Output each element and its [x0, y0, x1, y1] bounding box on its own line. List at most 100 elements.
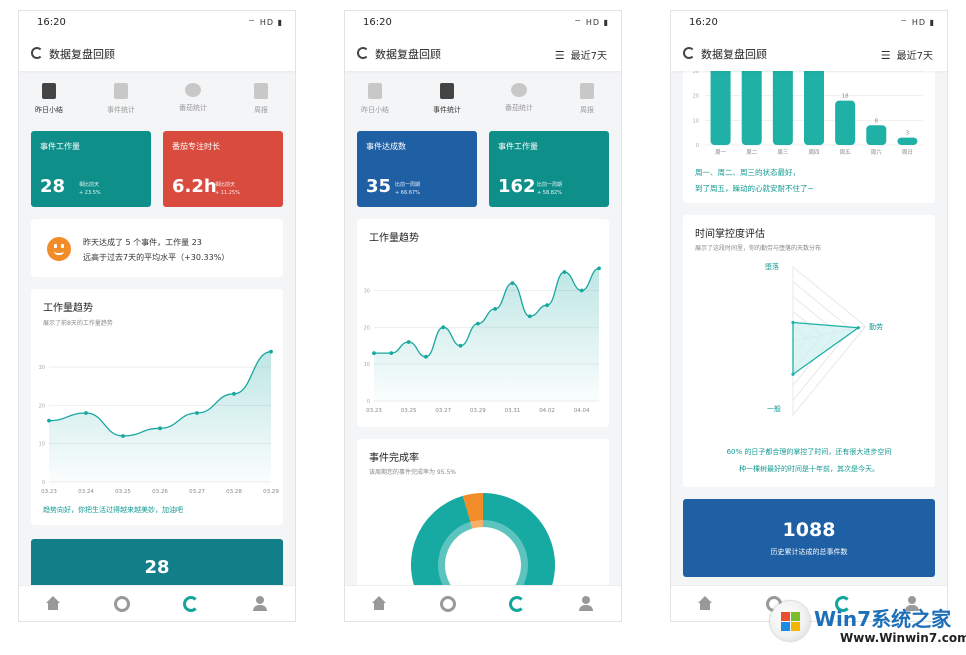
bottom-nav	[19, 585, 295, 621]
data-point	[47, 418, 51, 423]
y-tick-label: 0	[367, 399, 370, 405]
y-tick-label: 20	[693, 94, 699, 100]
stat-card-workload[interactable]: 事件工作量 162 比前一周期 + 58.82%	[489, 131, 609, 207]
y-tick-label: 30	[364, 288, 370, 294]
weekday-card: 0 10 20 30 周一 周二 周三 周四 18 周五 8 周六 3 周日 周一、周二、周三的状态最好，…	[683, 71, 935, 203]
site-watermark: Win7系统之家 Www.Winwin7.com	[770, 601, 966, 651]
completion-subtitle: 该周期您的事件完成率为 95.5%	[369, 469, 456, 476]
completion-donut-chart	[411, 493, 555, 585]
app-logo-icon	[683, 47, 695, 59]
x-tick-label: 03.27	[189, 489, 205, 495]
y-tick-label: 10	[364, 362, 370, 368]
tab-yesterday-summary[interactable]: 昨日小结	[345, 83, 405, 115]
x-tick-label: 周二	[746, 149, 758, 156]
home-icon[interactable]	[45, 596, 61, 612]
home-icon[interactable]	[697, 596, 713, 612]
review-ring-icon[interactable]	[509, 596, 525, 612]
filter-icon: ☰	[554, 49, 565, 62]
stat-card-workload[interactable]: 事件工作量 28 相比前天 + 23.5%	[31, 131, 151, 207]
status-time: 16:20	[363, 17, 392, 28]
profile-icon[interactable]	[252, 596, 268, 612]
tab-weekly[interactable]: 周报	[557, 83, 617, 115]
series-area	[49, 351, 271, 482]
x-tick-label: 03.23	[41, 489, 57, 495]
phone-event-stats: 16:20 ⌔ HD ▮ 数据复盘回顾 ☰ 最近7天 昨日小结 事件统计 番茄统计…	[344, 10, 622, 622]
tab-event-stats[interactable]: 事件统计	[91, 83, 151, 115]
period-filter[interactable]: ☰ 最近7天	[555, 47, 607, 62]
profile-icon[interactable]	[578, 596, 594, 612]
trend-chart: 0 10 20 30 03.23 03.25 03.27 03.29 03.31 04.02 04.…	[364, 266, 601, 414]
bar-value-label: 3	[906, 131, 910, 137]
series-area	[374, 268, 599, 401]
status-bar: 16:20 ⌔ HD ▮	[345, 11, 621, 37]
timer-icon[interactable]	[440, 596, 456, 612]
timer-icon[interactable]	[114, 596, 130, 612]
radar-point	[791, 320, 795, 325]
data-point	[406, 340, 411, 344]
bottom-total-card: 28	[31, 539, 283, 585]
data-point	[269, 349, 273, 354]
completion-card: 事件完成率 该周期您的事件完成率为 95.5%	[357, 439, 609, 585]
trend-title: 工作量趋势	[43, 303, 93, 314]
x-tick-label: 周三	[777, 149, 789, 156]
data-point	[232, 391, 236, 396]
stat-card-events-done[interactable]: 事件达成数 35 比前一周期 + 66.67%	[357, 131, 477, 207]
x-tick-label: 03.25	[401, 408, 417, 414]
app-bar: 数据复盘回顾 ☰ 最近7天	[671, 37, 947, 71]
bottom-total-value: 28	[144, 557, 170, 578]
tab-yesterday-summary[interactable]: 昨日小结	[19, 83, 79, 115]
trend-note: 趋势向好，你把生活过得越来越美妙，加油吧	[43, 506, 183, 514]
card-compare-value: + 66.67%	[395, 190, 420, 196]
watermark-url: Www.Winwin7.com	[840, 631, 966, 645]
data-point	[372, 351, 376, 356]
status-icons: ⌔ HD ▮	[247, 18, 283, 27]
radar-axis-label: 一般	[767, 404, 781, 413]
app-bar: 数据复盘回顾	[19, 37, 295, 71]
tab-event-stats[interactable]: 事件统计	[417, 83, 477, 115]
data-point	[458, 343, 463, 348]
filter-icon: ☰	[880, 49, 891, 62]
trend-card: 工作量趋势 0 10 20 30 03.23 03.25 03.27 03.29 03.31 04…	[357, 219, 609, 427]
card-value: 35	[366, 176, 392, 197]
tab-tomato-stats[interactable]: 番茄统计	[163, 83, 223, 113]
y-tick-label: 20	[364, 325, 370, 331]
week-note-line-1: 周一、周二、周三的状态最好，	[695, 168, 800, 177]
x-tick-label: 03.23	[366, 408, 382, 414]
phone-yesterday-summary: 16:20 ⌔ HD ▮ 数据复盘回顾 昨日小结 事件统计 番茄统计 周报 事件…	[18, 10, 296, 622]
tab-tomato-stats[interactable]: 番茄统计	[489, 83, 549, 113]
x-tick-label: 03.24	[78, 489, 94, 495]
app-title: 数据复盘回顾	[49, 48, 115, 61]
status-bar: 16:20 ⌔ HD ▮	[19, 11, 295, 37]
radar-chart: 堕落勤劳一般	[765, 262, 883, 417]
card-value: 6.2h	[172, 176, 217, 197]
data-point	[441, 325, 446, 330]
stat-card-tomato-focus[interactable]: 番茄专注时长 6.2h 相比前天 + 11.25%	[163, 131, 283, 207]
status-icons: ⌔ HD ▮	[899, 18, 935, 27]
radar-note-line-2: 种一棵树最好的时间是十年前，其次是今天。	[739, 465, 879, 473]
card-title: 事件工作量	[40, 142, 80, 151]
home-icon[interactable]	[371, 596, 387, 612]
x-tick-label: 04.02	[539, 408, 555, 414]
card-title: 番茄专注时长	[172, 142, 220, 151]
x-tick-label: 03.29	[263, 489, 279, 495]
period-filter[interactable]: ☰ 最近7天	[881, 47, 933, 62]
card-title: 事件工作量	[498, 142, 538, 151]
y-tick-label: 10	[39, 442, 45, 448]
review-ring-icon[interactable]	[183, 596, 199, 612]
bar	[835, 100, 856, 145]
tab-weekly[interactable]: 周报	[231, 83, 291, 115]
data-point	[545, 303, 549, 308]
document-icon	[42, 83, 56, 99]
trend-subtitle: 展示了前8天的工作量趋势	[43, 320, 113, 327]
x-tick-label: 周一	[715, 149, 727, 156]
card-compare-label: 相比前天	[215, 182, 236, 188]
smile-face-icon	[47, 237, 71, 261]
weekly-report-icon	[254, 83, 268, 99]
data-point	[527, 314, 532, 319]
summary-line-1: 昨天达成了 5 个事件，工作量 23	[83, 238, 202, 247]
radar-point	[791, 372, 795, 376]
radar-card: 时间掌控度评估 展示了这段时间里，你的勤劳与堕落的天数分布 堕落 勤劳 一般 60%…	[683, 215, 935, 487]
app-logo-icon	[357, 47, 369, 59]
x-tick-label: 03.25	[115, 489, 131, 495]
tomato-icon	[511, 83, 527, 97]
